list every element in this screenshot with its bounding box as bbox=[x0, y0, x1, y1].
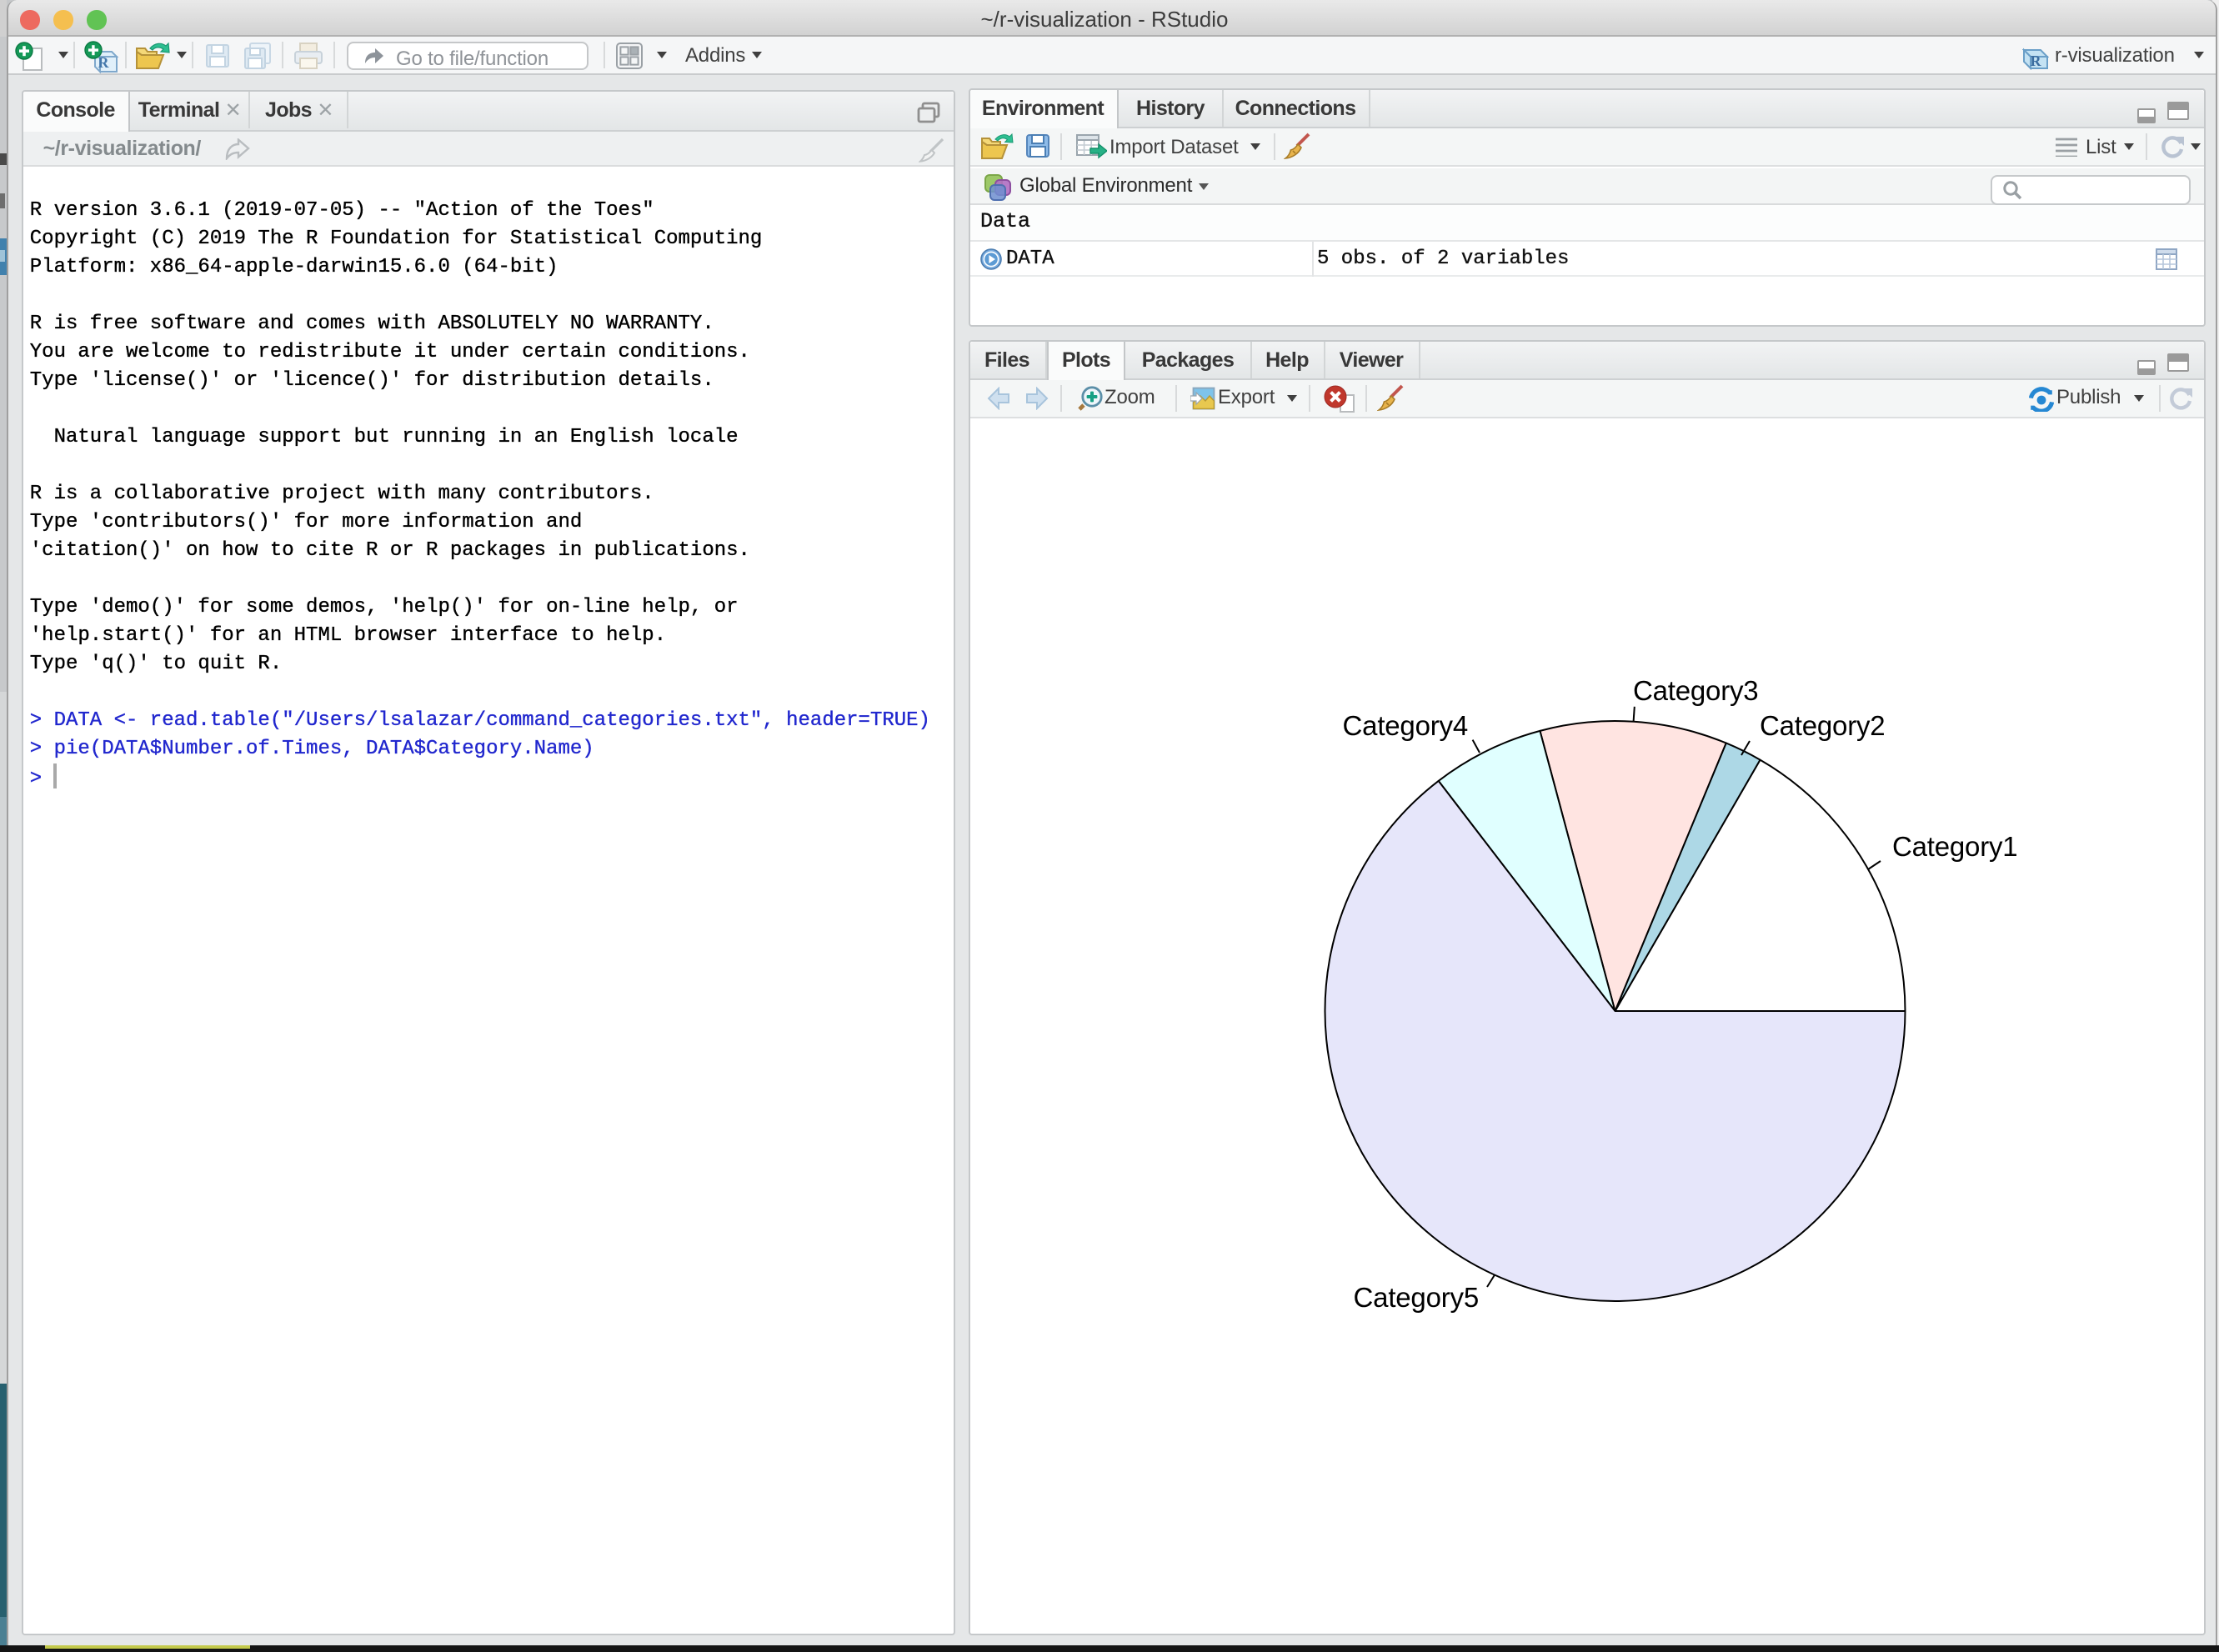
svg-text:Category1: Category1 bbox=[1892, 831, 2017, 862]
svg-text:Category4: Category4 bbox=[1343, 710, 1468, 741]
svg-text:R: R bbox=[2030, 53, 2041, 69]
svg-text:Category2: Category2 bbox=[1760, 710, 1885, 741]
svg-text:Category5: Category5 bbox=[1354, 1282, 1479, 1313]
svg-text:R: R bbox=[98, 54, 109, 71]
svg-text:Category3: Category3 bbox=[1633, 675, 1758, 706]
